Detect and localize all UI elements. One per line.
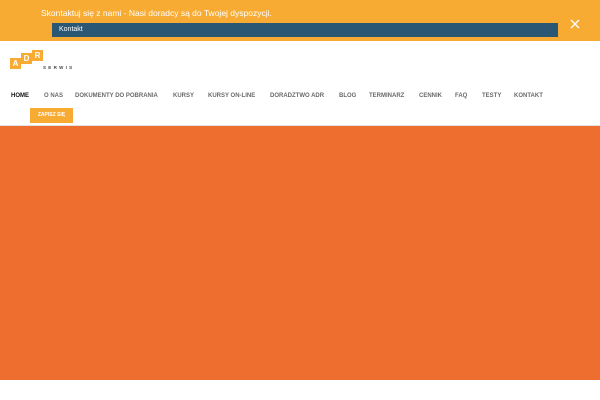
nav-item-o-nas[interactable]: O NAS [44,93,63,99]
notice-bar: Skontaktuj się z nami - Nasi doradcy są … [0,0,600,41]
signup-button[interactable]: ZAPISZ SIĘ [30,108,73,123]
logo-letter-r: R [32,50,43,61]
site-header: A D R SERWIS HOME O NAS DOKUMENTY DO POB… [0,41,600,126]
main-nav: HOME O NAS DOKUMENTY DO POBRANIA KURSY K… [0,93,600,105]
nav-item-doradztwo[interactable]: DORADZTWO ADR [270,93,324,99]
logo[interactable]: A D R SERWIS [10,50,80,72]
nav-item-dokumenty[interactable]: DOKUMENTY DO POBRANIA [75,93,158,99]
nav-item-kontakt[interactable]: KONTAKT [514,93,543,99]
nav-item-blog[interactable]: BLOG [339,93,356,99]
nav-item-home[interactable]: HOME [11,93,29,99]
nav-item-kursy-online[interactable]: KURSY ON-LINE [208,93,255,99]
hero-banner [0,126,600,380]
nav-item-terminarz[interactable]: TERMINARZ [369,93,404,99]
nav-item-faq[interactable]: FAQ [455,93,467,99]
notice-text: Skontaktuj się z nami - Nasi doradcy są … [41,8,272,18]
logo-letter-a: A [10,58,21,69]
nav-item-cennik[interactable]: CENNIK [419,93,442,99]
close-icon[interactable] [569,18,581,30]
logo-subtitle: SERWIS [43,65,75,70]
logo-letter-d: D [21,53,32,64]
nav-item-testy[interactable]: TESTY [482,93,501,99]
nav-item-kursy[interactable]: KURSY [173,93,194,99]
contact-button[interactable]: Kontakt [52,23,558,37]
